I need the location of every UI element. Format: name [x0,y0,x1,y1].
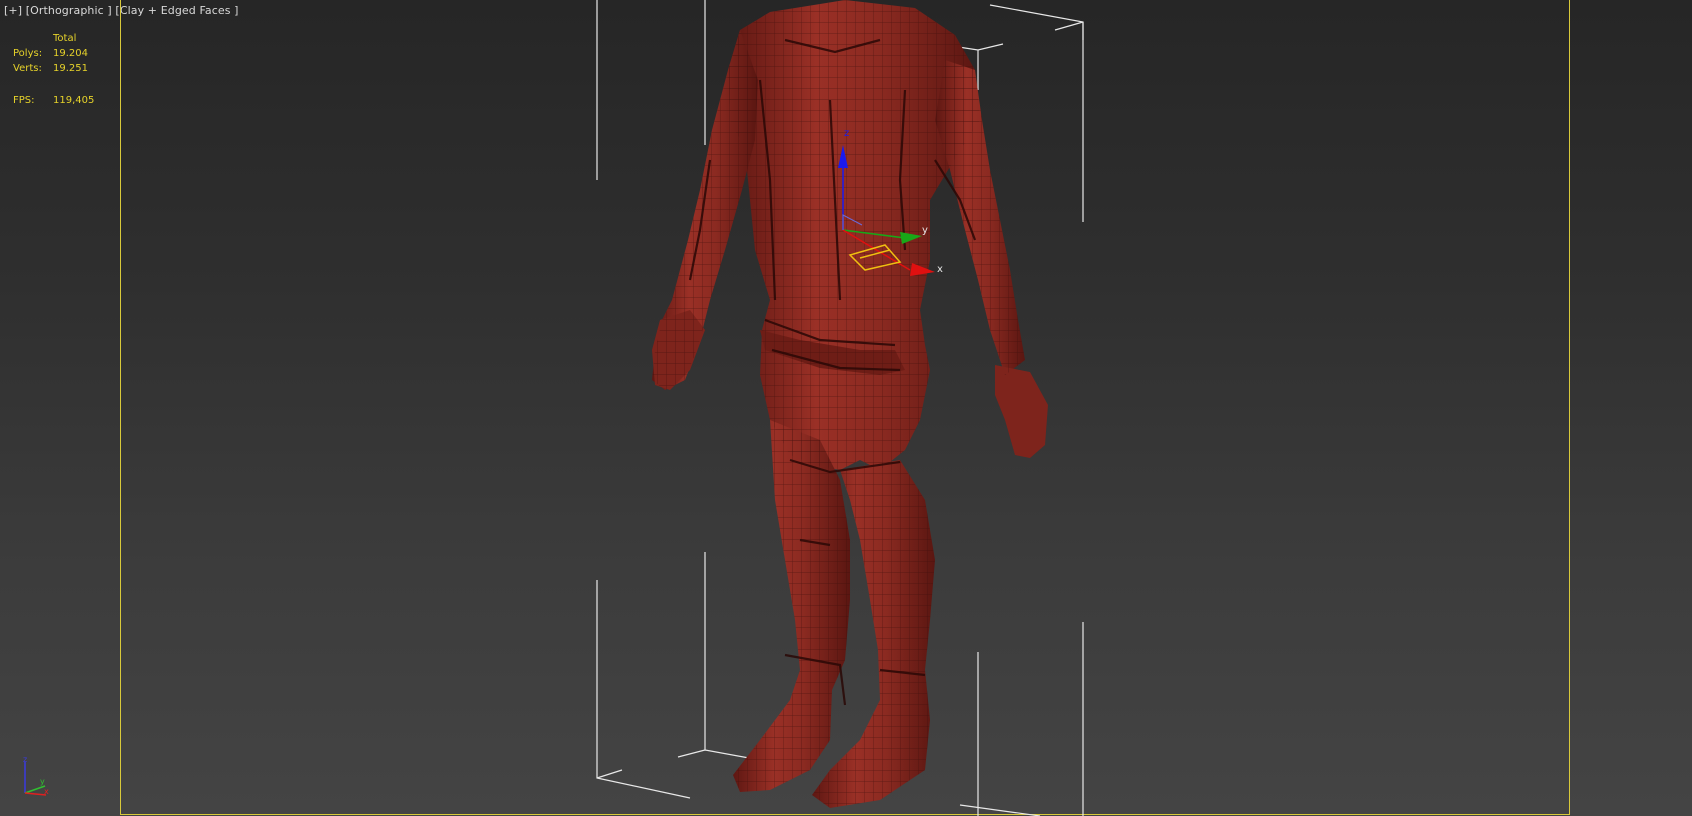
tripod-z-label: z [23,755,27,764]
gizmo-y-label: y [922,225,928,236]
gizmo-x-label: x [937,264,943,275]
tripod-x-label: x [44,787,49,796]
world-axis-tripod: z y x [23,755,49,796]
gizmo-z-label: z [844,128,849,139]
tripod-y-label: y [40,777,45,786]
viewport-scene[interactable]: z y x z y x [0,0,1692,816]
clay-model[interactable] [652,0,1048,808]
